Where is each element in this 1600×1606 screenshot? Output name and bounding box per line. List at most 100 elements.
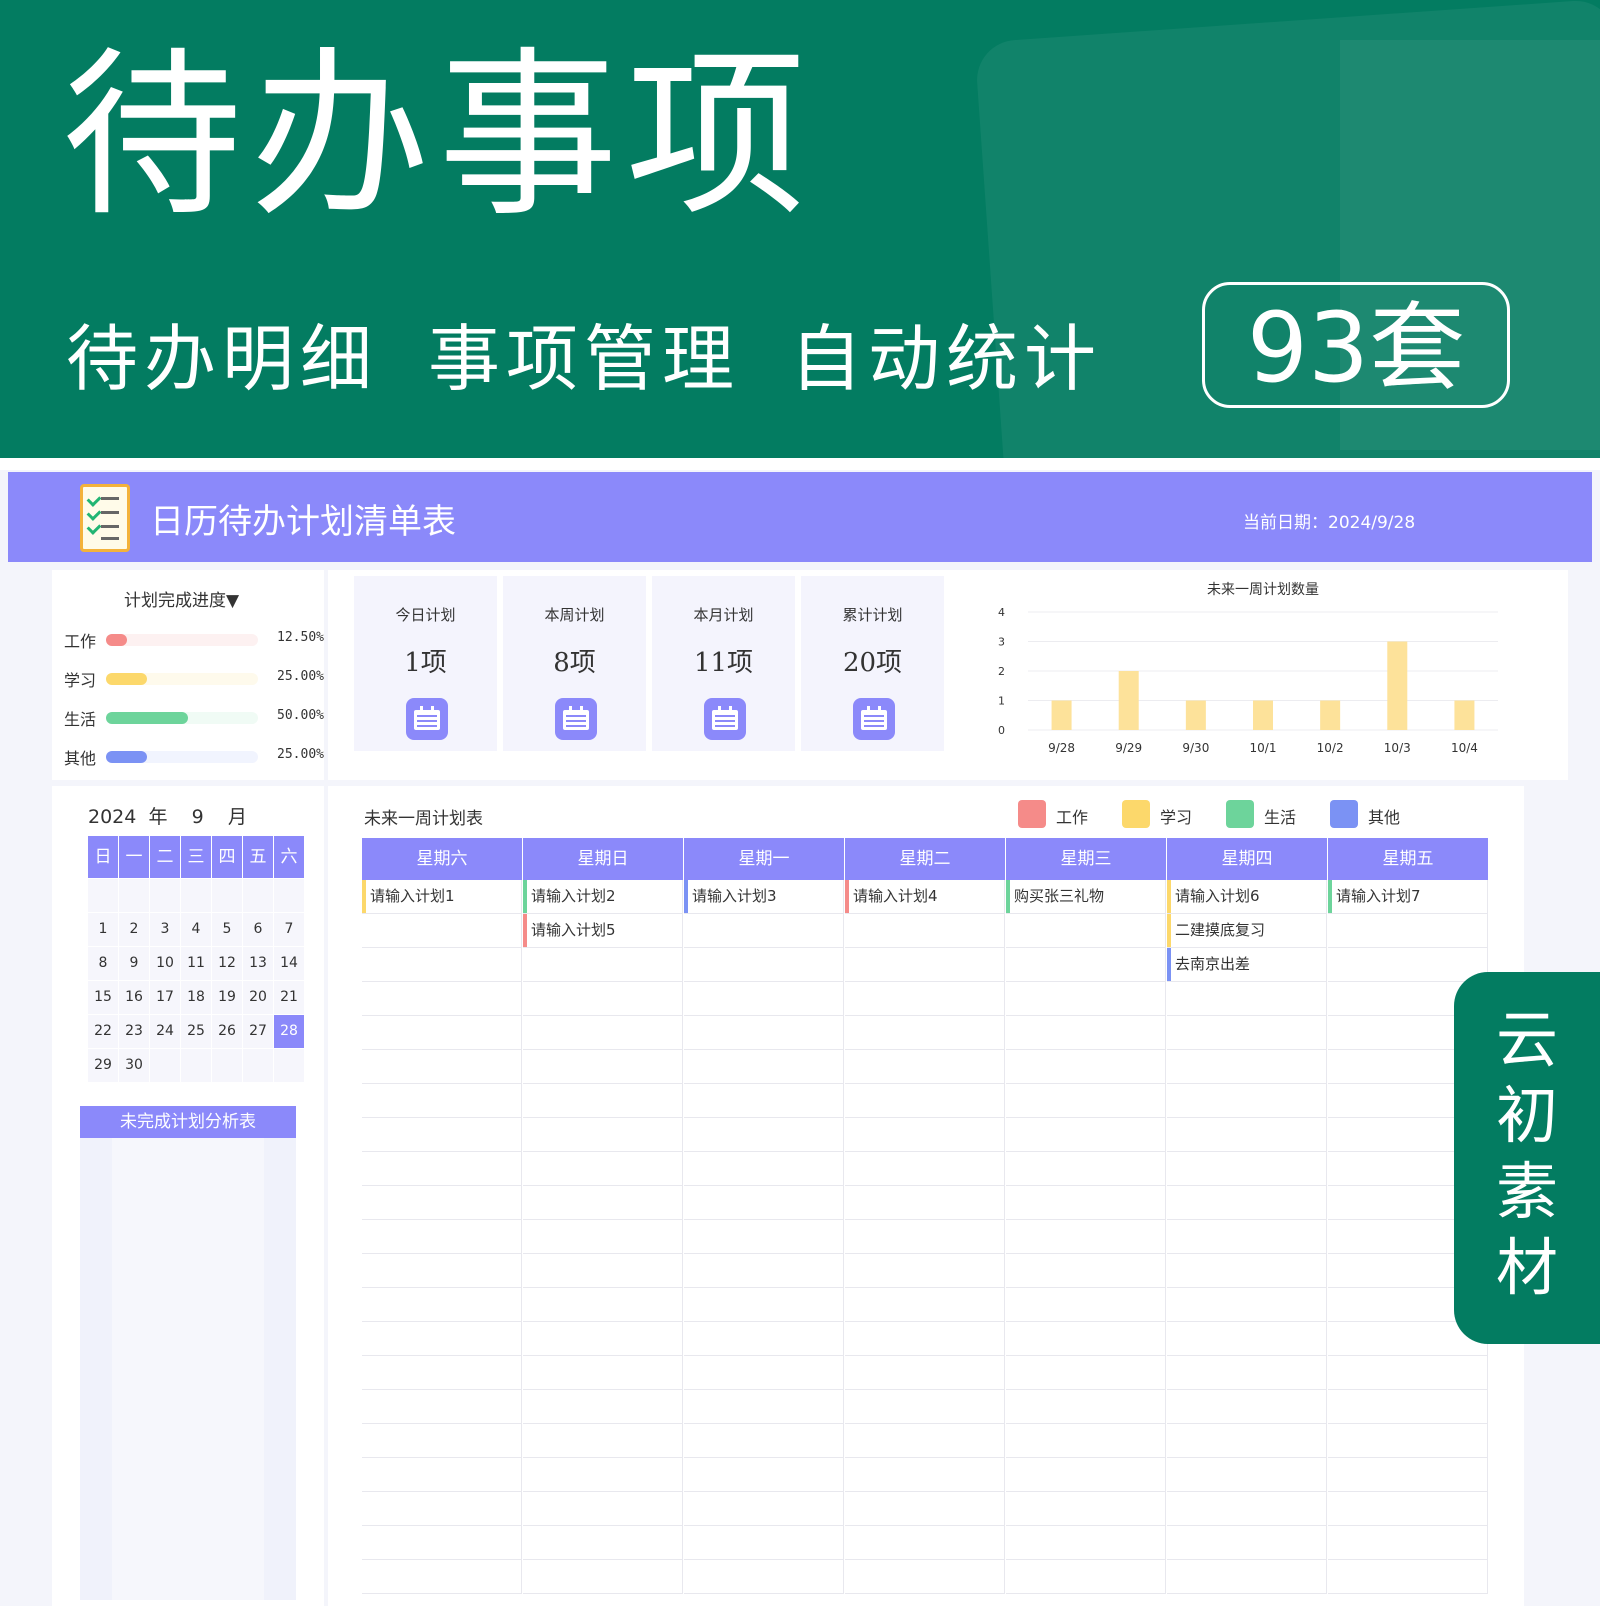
plan-cell[interactable]: [1167, 1526, 1327, 1560]
plan-cell[interactable]: [362, 982, 522, 1016]
progress-row[interactable]: 其他 25.00%: [64, 745, 324, 768]
calendar-day[interactable]: 18: [181, 981, 211, 1014]
plan-cell[interactable]: [845, 1424, 1005, 1458]
plan-cell[interactable]: [362, 1356, 522, 1390]
plan-cell[interactable]: [1328, 1560, 1488, 1594]
plan-cell[interactable]: [1167, 1492, 1327, 1526]
plan-cell[interactable]: [1167, 1560, 1327, 1594]
plan-cell[interactable]: [523, 1084, 683, 1118]
plan-cell[interactable]: [523, 1254, 683, 1288]
plan-cell[interactable]: [684, 1560, 844, 1594]
plan-cell[interactable]: [362, 1288, 522, 1322]
plan-cell[interactable]: [362, 1152, 522, 1186]
calendar-icon[interactable]: [406, 698, 448, 740]
plan-cell[interactable]: [684, 1492, 844, 1526]
plan-cell[interactable]: [684, 1220, 844, 1254]
calendar-day[interactable]: 10: [150, 947, 180, 980]
calendar-day[interactable]: 2: [119, 913, 149, 946]
calendar-day[interactable]: 23: [119, 1015, 149, 1048]
plan-cell[interactable]: [523, 1118, 683, 1152]
plan-cell[interactable]: [684, 1186, 844, 1220]
calendar-day[interactable]: [119, 879, 149, 912]
plan-cell[interactable]: [1006, 1560, 1166, 1594]
plan-cell[interactable]: [1167, 1390, 1327, 1424]
plan-cell[interactable]: [362, 914, 522, 948]
plan-cell[interactable]: [362, 1492, 522, 1526]
calendar-day[interactable]: [274, 1049, 304, 1082]
plan-cell[interactable]: [684, 948, 844, 982]
plan-cell[interactable]: [523, 982, 683, 1016]
plan-cell[interactable]: [684, 1322, 844, 1356]
calendar-day[interactable]: 28: [274, 1015, 304, 1048]
plan-cell[interactable]: [1167, 1424, 1327, 1458]
calendar-day[interactable]: 24: [150, 1015, 180, 1048]
calendar-day[interactable]: [243, 1049, 273, 1082]
progress-row[interactable]: 学习 25.00%: [64, 667, 324, 690]
plan-cell[interactable]: [1006, 1424, 1166, 1458]
plan-cell[interactable]: [845, 1458, 1005, 1492]
calendar-day[interactable]: 14: [274, 947, 304, 980]
plan-cell[interactable]: [1167, 1254, 1327, 1288]
plan-item[interactable]: 去南京出差: [1167, 948, 1327, 982]
calendar-day[interactable]: 1: [88, 913, 118, 946]
plan-cell[interactable]: [845, 1288, 1005, 1322]
plan-cell[interactable]: [362, 1322, 522, 1356]
plan-cell[interactable]: [362, 1220, 522, 1254]
plan-cell[interactable]: [362, 1186, 522, 1220]
plan-cell[interactable]: [523, 1526, 683, 1560]
plan-cell[interactable]: [1006, 1390, 1166, 1424]
plan-cell[interactable]: [1328, 1458, 1488, 1492]
plan-cell[interactable]: [523, 1152, 683, 1186]
plan-cell[interactable]: [1167, 1186, 1327, 1220]
plan-cell[interactable]: [362, 1560, 522, 1594]
calendar-day[interactable]: [274, 879, 304, 912]
plan-cell[interactable]: [362, 1254, 522, 1288]
plan-cell[interactable]: [1167, 1220, 1327, 1254]
plan-cell[interactable]: [1167, 1322, 1327, 1356]
plan-cell[interactable]: [684, 1424, 844, 1458]
plan-cell[interactable]: [523, 1186, 683, 1220]
calendar-day[interactable]: 19: [212, 981, 242, 1014]
plan-cell[interactable]: [523, 1560, 683, 1594]
calendar-day[interactable]: 11: [181, 947, 211, 980]
plan-cell[interactable]: [362, 1458, 522, 1492]
plan-item[interactable]: 请输入计划4: [845, 880, 1005, 914]
calendar-day[interactable]: 3: [150, 913, 180, 946]
plan-cell[interactable]: [1006, 1152, 1166, 1186]
plan-cell[interactable]: [845, 982, 1005, 1016]
plan-cell[interactable]: [1006, 1356, 1166, 1390]
plan-cell[interactable]: [362, 948, 522, 982]
plan-cell[interactable]: [1006, 1288, 1166, 1322]
plan-cell[interactable]: [845, 1152, 1005, 1186]
calendar-day[interactable]: 13: [243, 947, 273, 980]
plan-cell[interactable]: [845, 1560, 1005, 1594]
plan-cell[interactable]: [684, 982, 844, 1016]
calendar-day[interactable]: 20: [243, 981, 273, 1014]
plan-cell[interactable]: [1006, 1186, 1166, 1220]
calendar-day[interactable]: 25: [181, 1015, 211, 1048]
calendar-day[interactable]: 15: [88, 981, 118, 1014]
plan-cell[interactable]: [845, 914, 1005, 948]
plan-cell[interactable]: [1167, 1050, 1327, 1084]
plan-cell[interactable]: [845, 1322, 1005, 1356]
plan-cell[interactable]: [845, 1016, 1005, 1050]
plan-cell[interactable]: [1328, 914, 1488, 948]
plan-item[interactable]: 请输入计划2: [523, 880, 683, 914]
plan-cell[interactable]: [845, 1526, 1005, 1560]
calendar-icon[interactable]: [704, 698, 746, 740]
plan-cell[interactable]: [523, 1050, 683, 1084]
plan-item[interactable]: 请输入计划3: [684, 880, 844, 914]
plan-cell[interactable]: [1006, 1016, 1166, 1050]
plan-cell[interactable]: [845, 1390, 1005, 1424]
plan-cell[interactable]: [523, 1458, 683, 1492]
plan-cell[interactable]: [684, 1526, 844, 1560]
plan-cell[interactable]: [362, 1526, 522, 1560]
calendar-day[interactable]: 21: [274, 981, 304, 1014]
plan-cell[interactable]: [523, 1220, 683, 1254]
calendar-day[interactable]: 27: [243, 1015, 273, 1048]
plan-cell[interactable]: [684, 1254, 844, 1288]
plan-cell[interactable]: [1167, 1016, 1327, 1050]
calendar-day[interactable]: 26: [212, 1015, 242, 1048]
plan-item[interactable]: 请输入计划5: [523, 914, 683, 948]
plan-cell[interactable]: [362, 1084, 522, 1118]
